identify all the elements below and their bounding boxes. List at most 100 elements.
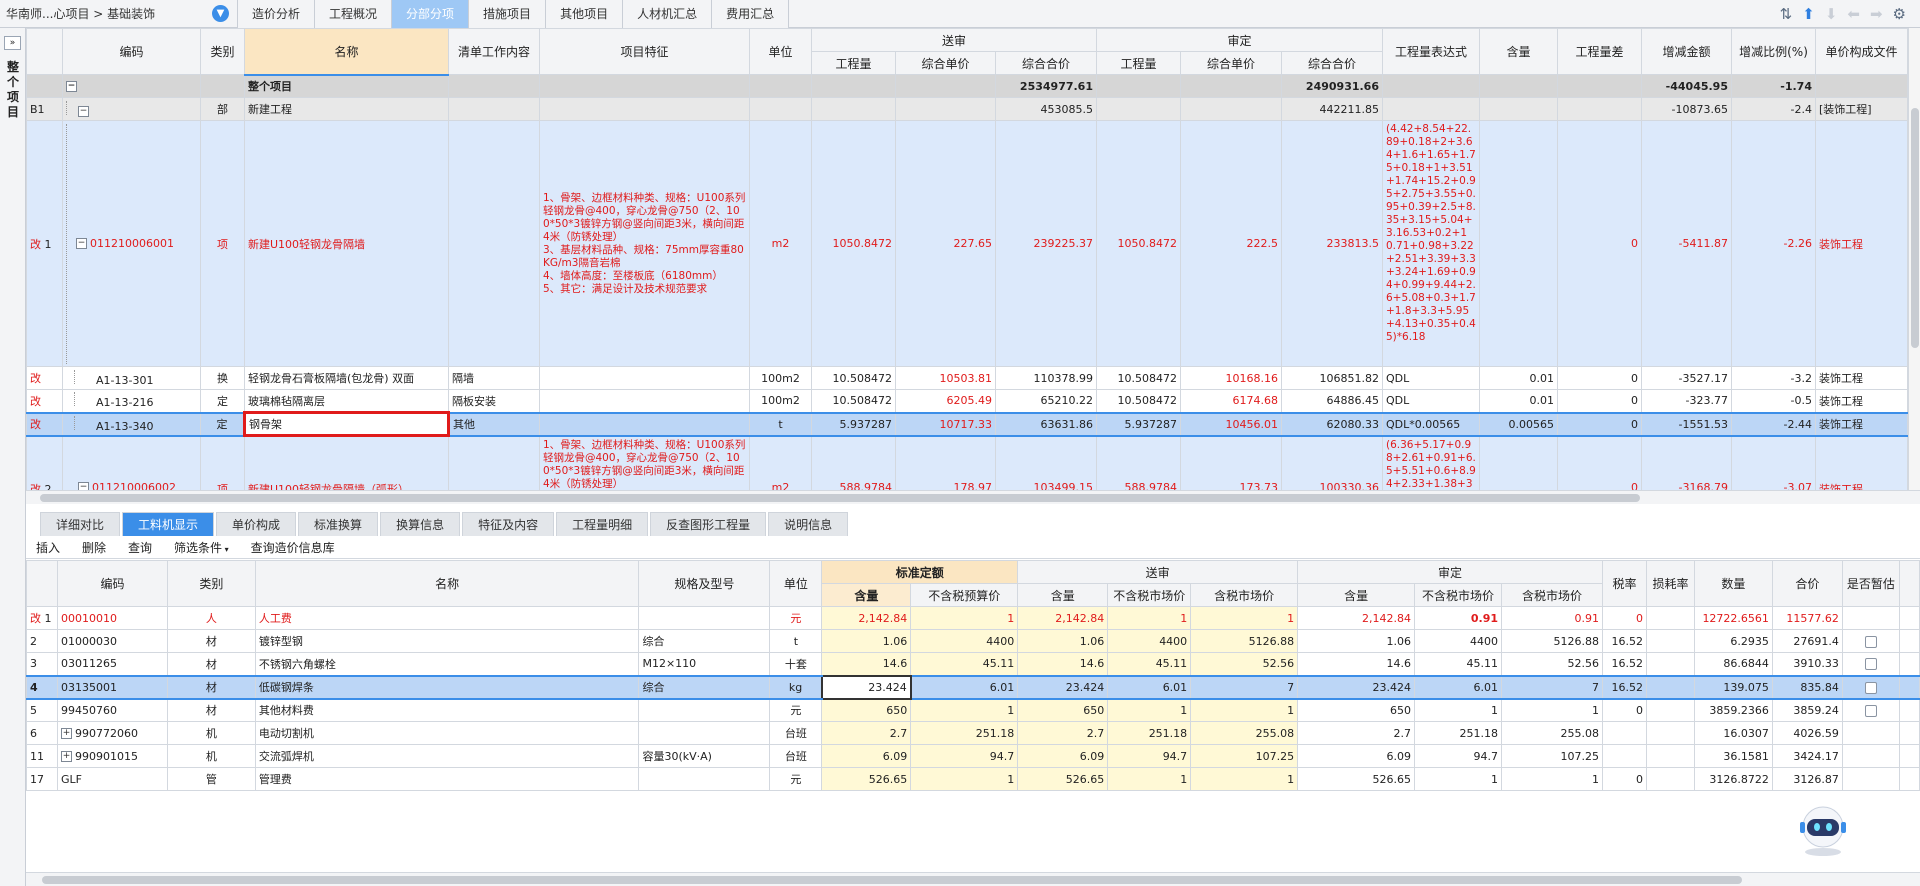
row-r-price[interactable]: 6174.68: [1180, 389, 1282, 413]
col-diff-amount[interactable]: 增减金额: [1641, 28, 1732, 75]
row-s-price[interactable]: 6205.49: [895, 389, 996, 413]
row-r-tax[interactable]: 255.08: [1501, 721, 1603, 745]
row-expr[interactable]: QDL: [1382, 389, 1480, 413]
row-spec[interactable]: 综合: [638, 674, 771, 700]
row-content-amt[interactable]: [1479, 74, 1558, 98]
row-std-amt[interactable]: 526.65: [821, 767, 912, 791]
table-row[interactable]: 17 GLF 管管理费元 526.65 1 526.65 1 1 526.65 1 1 0 3126.8…: [26, 767, 1920, 791]
col-submitted-qty[interactable]: 工程量: [811, 51, 896, 75]
arrow-up-icon[interactable]: ⬆: [1802, 5, 1815, 23]
row-r-tax[interactable]: 5126.88: [1501, 629, 1603, 653]
row-s-price[interactable]: 227.65: [895, 120, 996, 367]
table-row-bill-item[interactable]: 改 1 −011210006001 项 新建U100轻钢龙骨隔墙 1、骨架、边框…: [26, 120, 1908, 367]
row-spec[interactable]: [638, 721, 771, 745]
horizontal-scrollbar[interactable]: [26, 490, 1920, 504]
row-r-price[interactable]: [1180, 74, 1282, 98]
tab-labor-material-display[interactable]: 工料机显示: [122, 512, 215, 536]
row-rate[interactable]: 0: [1601, 606, 1647, 630]
scroll-thumb[interactable]: [42, 876, 1742, 884]
col-tax-rate[interactable]: 税率: [1601, 560, 1647, 607]
col-spec[interactable]: 规格及型号: [638, 560, 771, 607]
row-s-price[interactable]: 10717.33: [895, 411, 996, 437]
col-std-notax-budget[interactable]: 不含税预算价: [910, 583, 1019, 607]
row-expr[interactable]: (6.36+5.17+0.98+2.61+0.91+6.5+5.51+0.6+8…: [1382, 435, 1480, 490]
col-submitted-total[interactable]: 综合合价: [995, 51, 1097, 75]
col-diff-ratio[interactable]: 增减比例(%): [1731, 28, 1816, 75]
row-r-price[interactable]: [1180, 97, 1282, 121]
arrow-down-icon[interactable]: ⬇: [1825, 5, 1838, 23]
row-name[interactable]: 其他材料费: [254, 698, 640, 722]
row-unit[interactable]: 元: [769, 606, 823, 630]
row-r-price[interactable]: 222.5: [1180, 120, 1282, 367]
row-r-price[interactable]: 173.73: [1180, 435, 1282, 490]
row-unit[interactable]: [749, 74, 812, 98]
collapse-icon[interactable]: −: [78, 106, 89, 117]
row-loss[interactable]: [1645, 652, 1695, 676]
arrow-right-icon[interactable]: ➡: [1870, 5, 1883, 23]
row-total[interactable]: 27691.4: [1771, 629, 1843, 653]
row-r-amt[interactable]: 526.65: [1297, 767, 1416, 791]
row-content[interactable]: [448, 74, 540, 98]
row-spec[interactable]: [638, 606, 771, 630]
row-is-provisional[interactable]: [1841, 698, 1900, 722]
col-unit[interactable]: 单位: [769, 560, 823, 607]
row-r-qty[interactable]: [1096, 97, 1181, 121]
insert-button[interactable]: 插入: [36, 539, 60, 556]
row-content[interactable]: [448, 97, 540, 121]
row-loss[interactable]: [1645, 767, 1695, 791]
row-unit[interactable]: t: [749, 411, 812, 437]
row-price-file[interactable]: [1815, 74, 1908, 98]
row-r-qty[interactable]: 1050.8472: [1096, 120, 1181, 367]
row-loss[interactable]: [1645, 744, 1695, 768]
col-r-tax-market[interactable]: 含税市场价: [1501, 583, 1603, 607]
row-r-price[interactable]: 10456.01: [1180, 411, 1282, 437]
breadcrumb[interactable]: 华南师...心项目 > 基础装饰 ▼: [0, 0, 238, 28]
row-code[interactable]: +990772060: [56, 721, 168, 745]
table-row-quota-selected[interactable]: 改 A1-13-340 定 钢骨架 其他 t 5.937287 10717.33…: [26, 411, 1908, 437]
provisional-checkbox[interactable]: [1864, 658, 1877, 671]
row-rate[interactable]: [1601, 721, 1647, 745]
row-s-qty[interactable]: 588.9784: [811, 435, 896, 490]
row-name[interactable]: 不锈钢六角螺栓: [254, 652, 640, 676]
row-unit[interactable]: 元: [769, 698, 823, 722]
row-s-tax[interactable]: 107.25: [1190, 744, 1299, 768]
row-code[interactable]: GLF: [56, 767, 168, 791]
col-feature[interactable]: 项目特征: [539, 28, 750, 75]
row-is-provisional[interactable]: [1841, 606, 1900, 630]
filter-condition-dropdown[interactable]: 筛选条件 ▾: [174, 539, 229, 556]
row-qty[interactable]: 36.1581: [1693, 744, 1773, 768]
row-is-provisional[interactable]: [1841, 744, 1900, 768]
row-code[interactable]: +990901015: [56, 744, 168, 768]
row-r-amt[interactable]: 2.7: [1297, 721, 1416, 745]
row-content[interactable]: 隔墙: [448, 366, 540, 390]
row-s-notax[interactable]: 1: [1107, 767, 1192, 791]
row-rate[interactable]: 0: [1601, 698, 1647, 722]
row-name[interactable]: 玻璃棉毡隔离层: [244, 389, 449, 413]
col-name[interactable]: 名称: [244, 28, 449, 76]
row-r-price[interactable]: 10168.16: [1180, 366, 1282, 390]
row-std-price[interactable]: 1: [910, 606, 1019, 630]
row-std-amt[interactable]: 6.09: [821, 744, 912, 768]
row-content-amt[interactable]: 0.00565: [1479, 411, 1558, 437]
row-name[interactable]: 整个项目: [244, 74, 449, 98]
row-r-tax[interactable]: 1: [1501, 767, 1603, 791]
table-row-section[interactable]: B1 − 部 新建工程 453085.5 442211.85 -10873.65…: [26, 97, 1908, 121]
row-std-amt[interactable]: 2,142.84: [821, 606, 912, 630]
collapse-icon[interactable]: −: [76, 238, 87, 249]
row-feature[interactable]: [539, 366, 750, 390]
row-feature[interactable]: [539, 74, 750, 98]
filter-icon[interactable]: ⇅: [1780, 5, 1793, 23]
col-type[interactable]: 类别: [166, 560, 256, 607]
row-total[interactable]: 3910.33: [1771, 652, 1843, 676]
row-s-amt[interactable]: 2,142.84: [1017, 606, 1109, 630]
row-s-qty[interactable]: 5.937287: [811, 411, 896, 437]
row-content-amt[interactable]: 0.01: [1479, 389, 1558, 413]
row-std-amt[interactable]: 650: [821, 698, 912, 722]
col-price-file[interactable]: 单价构成文件: [1815, 28, 1908, 75]
col-s-tax-market[interactable]: 含税市场价: [1190, 583, 1299, 607]
row-s-price[interactable]: [895, 74, 996, 98]
row-code[interactable]: 99450760: [56, 698, 168, 722]
row-qty[interactable]: 6.2935: [1693, 629, 1773, 653]
row-s-notax[interactable]: 1: [1107, 698, 1192, 722]
row-r-notax[interactable]: 4400: [1414, 629, 1503, 653]
